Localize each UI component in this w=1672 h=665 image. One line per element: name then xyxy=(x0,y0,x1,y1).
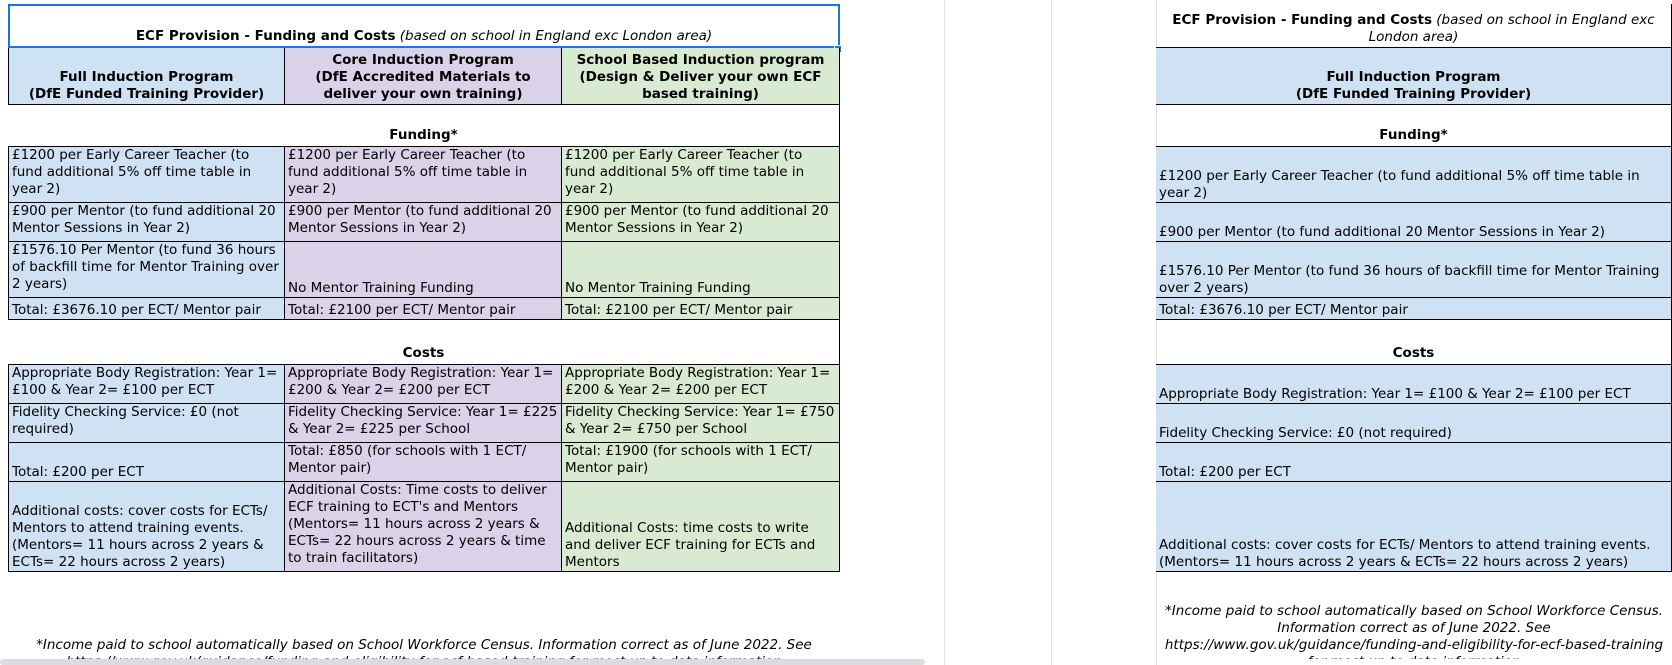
horizontal-scrollbar[interactable] xyxy=(0,659,925,665)
funding-cell[interactable]: £1200 per Early Career Teacher (to fund … xyxy=(562,147,840,203)
funding-cell[interactable]: £900 per Mentor (to fund additional 20 M… xyxy=(562,203,840,242)
right-title-bold: ECF Provision - Funding and Costs xyxy=(1172,12,1432,28)
costs-heading[interactable]: Costs xyxy=(8,320,840,365)
right-funding-heading[interactable]: Funding* xyxy=(1156,105,1672,147)
costs-cell[interactable]: Fidelity Checking Service: Year 1= £225 … xyxy=(285,404,562,443)
costs-total[interactable]: Total: £200 per ECT xyxy=(8,443,285,482)
left-title-cell[interactable]: ECF Provision - Funding and Costs (based… xyxy=(8,4,840,48)
funding-cell[interactable]: £1200 per Early Career Teacher (to fund … xyxy=(8,147,285,203)
gridline xyxy=(1051,0,1052,665)
funding-heading[interactable]: Funding* xyxy=(8,105,840,147)
right-header-full-induction[interactable]: Full Induction Program (DfE Funded Train… xyxy=(1156,48,1672,105)
right-funding-total[interactable]: Total: £3676.10 per ECT/ Mentor pair xyxy=(1156,298,1672,320)
right-funding-cell[interactable]: £1576.10 Per Mentor (to fund 36 hours of… xyxy=(1156,242,1672,298)
funding-cell[interactable]: No Mentor Training Funding xyxy=(562,242,840,298)
spreadsheet-grid[interactable]: ECF Provision - Funding and Costs (based… xyxy=(0,0,1672,665)
costs-cell[interactable]: Appropriate Body Registration: Year 1= £… xyxy=(562,365,840,404)
right-funding-cell[interactable]: £900 per Mentor (to fund additional 20 M… xyxy=(1156,203,1672,242)
costs-additional[interactable]: Additional costs: cover costs for ECTs/ … xyxy=(8,482,285,572)
funding-cell[interactable]: No Mentor Training Funding xyxy=(285,242,562,298)
right-title-cell[interactable]: ECF Provision - Funding and Costs (based… xyxy=(1156,4,1672,48)
header-full-induction[interactable]: Full Induction Program (DfE Funded Train… xyxy=(8,48,285,105)
left-title-bold: ECF Provision - Funding and Costs xyxy=(135,28,396,44)
funding-cell[interactable]: £900 per Mentor (to fund additional 20 M… xyxy=(8,203,285,242)
right-costs-cell[interactable]: Fidelity Checking Service: £0 (not requi… xyxy=(1156,404,1672,443)
right-costs-additional[interactable]: Additional costs: cover costs for ECTs/ … xyxy=(1156,482,1672,572)
left-title-italic: (based on school in England exc London a… xyxy=(395,28,713,44)
costs-cell[interactable]: Fidelity Checking Service: £0 (not requi… xyxy=(8,404,285,443)
right-footnote[interactable]: *Income paid to school automatically bas… xyxy=(1156,603,1672,659)
costs-additional[interactable]: Additional Costs: time costs to write an… xyxy=(562,482,840,572)
costs-cell[interactable]: Appropriate Body Registration: Year 1= £… xyxy=(8,365,285,404)
right-costs-heading[interactable]: Costs xyxy=(1156,320,1672,365)
right-costs-total[interactable]: Total: £200 per ECT xyxy=(1156,443,1672,482)
costs-total[interactable]: Total: £1900 (for schools with 1 ECT/ Me… xyxy=(562,443,840,482)
right-funding-cell[interactable]: £1200 per Early Career Teacher (to fund … xyxy=(1156,147,1672,203)
costs-cell[interactable]: Appropriate Body Registration: Year 1= £… xyxy=(285,365,562,404)
costs-additional[interactable]: Additional Costs: Time costs to deliver … xyxy=(285,482,562,572)
footnote[interactable]: *Income paid to school automatically bas… xyxy=(8,637,840,659)
funding-cell[interactable]: £1576.10 Per Mentor (to fund 36 hours of… xyxy=(8,242,285,298)
right-costs-cell[interactable]: Appropriate Body Registration: Year 1= £… xyxy=(1156,365,1672,404)
funding-total[interactable]: Total: £2100 per ECT/ Mentor pair xyxy=(285,298,562,320)
funding-total[interactable]: Total: £2100 per ECT/ Mentor pair xyxy=(562,298,840,320)
funding-total[interactable]: Total: £3676.10 per ECT/ Mentor pair xyxy=(8,298,285,320)
funding-cell[interactable]: £1200 per Early Career Teacher (to fund … xyxy=(285,147,562,203)
costs-total[interactable]: Total: £850 (for schools with 1 ECT/ Men… xyxy=(285,443,562,482)
costs-cell[interactable]: Fidelity Checking Service: Year 1= £750 … xyxy=(562,404,840,443)
gridline xyxy=(944,0,945,665)
header-school-based[interactable]: School Based Induction program (Design &… xyxy=(562,48,840,105)
header-core-induction[interactable]: Core Induction Program (DfE Accredited M… xyxy=(285,48,562,105)
funding-cell[interactable]: £900 per Mentor (to fund additional 20 M… xyxy=(285,203,562,242)
